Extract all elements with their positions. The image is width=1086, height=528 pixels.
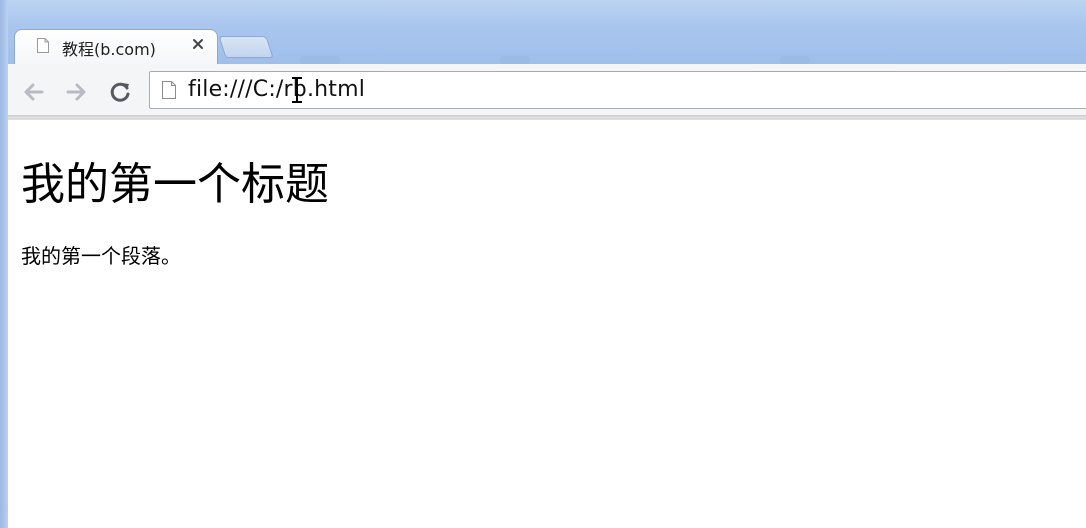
tab-strip: 教程(b.com) — [0, 0, 1086, 64]
new-tab-button[interactable] — [218, 36, 274, 58]
forward-arrow-icon[interactable] — [62, 78, 90, 106]
page-icon — [162, 81, 176, 99]
address-bar[interactable]: file:///C:/rb.html — [149, 71, 1086, 109]
window-frame-left — [0, 0, 8, 528]
address-text[interactable]: file:///C:/rb.html — [188, 77, 365, 102]
browser-window: 教程(b.com) file:///C:/rb.html 我的第一个标题 我的第… — [0, 0, 1086, 528]
toolbar: file:///C:/rb.html — [8, 64, 1086, 116]
page-content: 我的第一个标题 我的第一个段落。 — [8, 120, 1086, 528]
text-cursor-icon — [292, 77, 302, 103]
page-heading: 我的第一个标题 — [21, 159, 329, 210]
back-arrow-icon[interactable] — [20, 78, 48, 106]
tab-title: 教程(b.com) — [62, 40, 156, 59]
close-icon[interactable] — [191, 37, 205, 51]
page-icon — [37, 38, 49, 53]
tab-active[interactable]: 教程(b.com) — [14, 29, 218, 64]
page-paragraph: 我的第一个段落。 — [21, 244, 181, 268]
reload-icon[interactable] — [106, 78, 134, 106]
